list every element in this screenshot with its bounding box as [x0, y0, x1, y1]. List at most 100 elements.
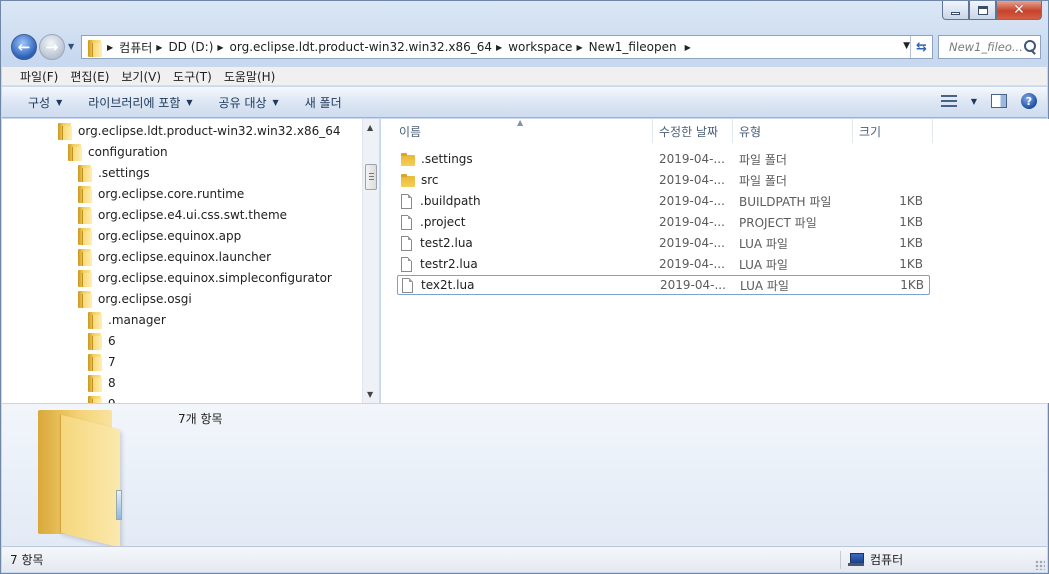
file-name: src	[421, 173, 439, 187]
file-type: LUA 파일	[739, 236, 788, 251]
search-icon[interactable]	[1023, 40, 1037, 54]
tree-item[interactable]: .manager	[88, 310, 166, 330]
forward-button[interactable]: →	[39, 34, 65, 60]
organize-button[interactable]: 구성 ▼	[18, 94, 72, 111]
chevron-down-icon: ▼	[272, 97, 279, 107]
file-name: .settings	[421, 152, 473, 166]
folder-icon	[88, 353, 102, 371]
close-button[interactable]: ✕	[996, 1, 1042, 20]
new-folder-button[interactable]: 새 폴더	[295, 94, 352, 111]
tree-item[interactable]: org.eclipse.osgi	[78, 289, 192, 309]
breadcrumb-drive[interactable]: ▶ DD (D:)	[152, 36, 213, 58]
share-with-button[interactable]: 공유 대상 ▼	[209, 94, 289, 111]
recent-pages-dropdown[interactable]: ▼	[68, 42, 74, 51]
file-name: .project	[420, 215, 466, 229]
search-input[interactable]	[939, 40, 1023, 54]
breadcrumb-separator-icon[interactable]: ▶	[103, 43, 119, 52]
file-name-cell: testr2.lua	[397, 256, 653, 272]
tree-item[interactable]: .settings	[78, 163, 150, 183]
folder-icon	[78, 290, 92, 308]
tree-item[interactable]: 9	[88, 394, 116, 403]
file-row[interactable]: .buildpath 2019-04-... BUILDPATH 파일 1KB	[397, 191, 930, 211]
file-name-cell: src	[397, 173, 653, 187]
folder-icon	[78, 164, 92, 182]
refresh-button[interactable]: ⇆	[910, 36, 932, 58]
help-icon[interactable]: ?	[1021, 93, 1037, 109]
tree-item[interactable]: org.eclipse.e4.ui.css.swt.theme	[78, 205, 287, 225]
breadcrumb-separator-icon[interactable]: ▶	[213, 43, 229, 52]
address-history-dropdown[interactable]: ▼	[903, 41, 910, 51]
file-row[interactable]: .settings 2019-04-... 파일 폴더	[397, 149, 930, 169]
tree-item-label: org.eclipse.ldt.product-win32.win32.x86_…	[78, 124, 341, 138]
tree-item-label: org.eclipse.equinox.simpleconfigurator	[98, 271, 332, 285]
file-type: LUA 파일	[740, 278, 789, 293]
column-header-name[interactable]: ▲ 이름	[381, 118, 653, 143]
menu-edit[interactable]: 편집(E)	[64, 68, 115, 85]
file-date: 2019-04-...	[659, 152, 725, 166]
status-divider	[840, 551, 841, 569]
search-box[interactable]	[938, 35, 1041, 59]
column-header-date[interactable]: 수정한 날짜	[653, 119, 733, 143]
tree-item-label: org.eclipse.e4.ui.css.swt.theme	[98, 208, 288, 222]
minimize-icon	[951, 12, 960, 15]
scroll-thumb[interactable]	[365, 164, 377, 190]
navigation-pane: org.eclipse.ldt.product-win32.win32.x86_…	[2, 119, 380, 403]
tree-item-label: org.eclipse.osgi	[98, 292, 192, 306]
preview-pane-icon[interactable]	[991, 94, 1007, 108]
breadcrumb-separator-icon[interactable]: ▶	[677, 43, 697, 52]
file-row[interactable]: src 2019-04-... 파일 폴더	[397, 170, 930, 190]
tree-item[interactable]: org.eclipse.equinox.app	[78, 226, 241, 246]
breadcrumb-separator-icon[interactable]: ▶	[152, 43, 168, 52]
file-size: 1KB	[900, 278, 924, 292]
breadcrumb-separator-icon[interactable]: ▶	[492, 43, 508, 52]
change-view-icon[interactable]	[940, 95, 957, 107]
file-date: 2019-04-...	[659, 194, 725, 208]
tree-item[interactable]: org.eclipse.equinox.launcher	[78, 247, 271, 267]
folder-icon	[68, 143, 82, 161]
file-row[interactable]: testr2.lua 2019-04-... LUA 파일 1KB	[397, 254, 930, 274]
file-size: 1KB	[899, 257, 923, 271]
column-header-size[interactable]: 크기	[853, 119, 933, 143]
tree-item[interactable]: org.eclipse.core.runtime	[78, 184, 244, 204]
menu-file[interactable]: 파일(F)	[14, 68, 64, 85]
file-name-cell: .settings	[397, 152, 653, 166]
maximize-icon	[977, 5, 988, 15]
address-bar[interactable]: ▶ 컴퓨터 ▶ DD (D:) ▶ org.eclipse.ldt.product-w…	[81, 35, 933, 59]
back-button[interactable]: ←	[11, 34, 37, 60]
folder-icon	[78, 185, 92, 203]
menu-help[interactable]: 도움말(H)	[218, 68, 282, 85]
tree-item[interactable]: 7	[88, 352, 116, 372]
breadcrumb-current-folder[interactable]: ▶ New1_fileopen ▶	[572, 36, 696, 58]
scroll-up-icon[interactable]: ▲	[367, 123, 373, 132]
menu-view[interactable]: 보기(V)	[115, 68, 167, 85]
nav-scrollbar[interactable]: ▲ ▼	[362, 119, 379, 403]
file-row[interactable]: tex2t.lua 2019-04-... LUA 파일 1KB	[397, 275, 930, 295]
file-date: 2019-04-...	[659, 173, 725, 187]
column-header-type[interactable]: 유형	[733, 119, 853, 143]
more-options-dropdown[interactable]: ▼	[971, 97, 977, 106]
tree-item[interactable]: configuration	[68, 142, 168, 162]
file-row[interactable]: .project 2019-04-... PROJECT 파일 1KB	[397, 212, 930, 232]
tree-item[interactable]: org.eclipse.ldt.product-win32.win32.x86_…	[58, 121, 340, 141]
tree-item-label: configuration	[88, 145, 168, 159]
tree-item[interactable]: org.eclipse.equinox.simpleconfigurator	[78, 268, 332, 288]
breadcrumb-separator-icon[interactable]: ▶	[572, 43, 588, 52]
tree-item[interactable]: 8	[88, 373, 116, 393]
folder-icon	[78, 269, 92, 287]
breadcrumb-product-folder[interactable]: ▶ org.eclipse.ldt.product-win32.win32.x86…	[213, 36, 492, 58]
file-name: .buildpath	[420, 194, 481, 208]
tree-item-label: 6	[108, 334, 116, 348]
breadcrumb-computer[interactable]: ▶ 컴퓨터	[103, 36, 152, 58]
breadcrumb-workspace[interactable]: ▶ workspace	[492, 36, 572, 58]
include-in-library-button[interactable]: 라이브러리에 포함 ▼	[78, 94, 202, 111]
status-bar: 7 항목 컴퓨터	[2, 546, 1047, 572]
file-row[interactable]: test2.lua 2019-04-... LUA 파일 1KB	[397, 233, 930, 253]
address-row: ← → ▼ ▶ 컴퓨터 ▶ DD (D:) ▶ org.eclipse.ldt.pro…	[9, 32, 1041, 62]
maximize-button[interactable]	[969, 1, 996, 20]
tree-item[interactable]: 6	[88, 331, 116, 351]
minimize-button[interactable]	[942, 1, 969, 20]
resize-grip[interactable]	[1035, 560, 1045, 570]
menu-tools[interactable]: 도구(T)	[167, 68, 218, 85]
file-size: 1KB	[899, 236, 923, 250]
scroll-down-icon[interactable]: ▼	[367, 390, 373, 399]
